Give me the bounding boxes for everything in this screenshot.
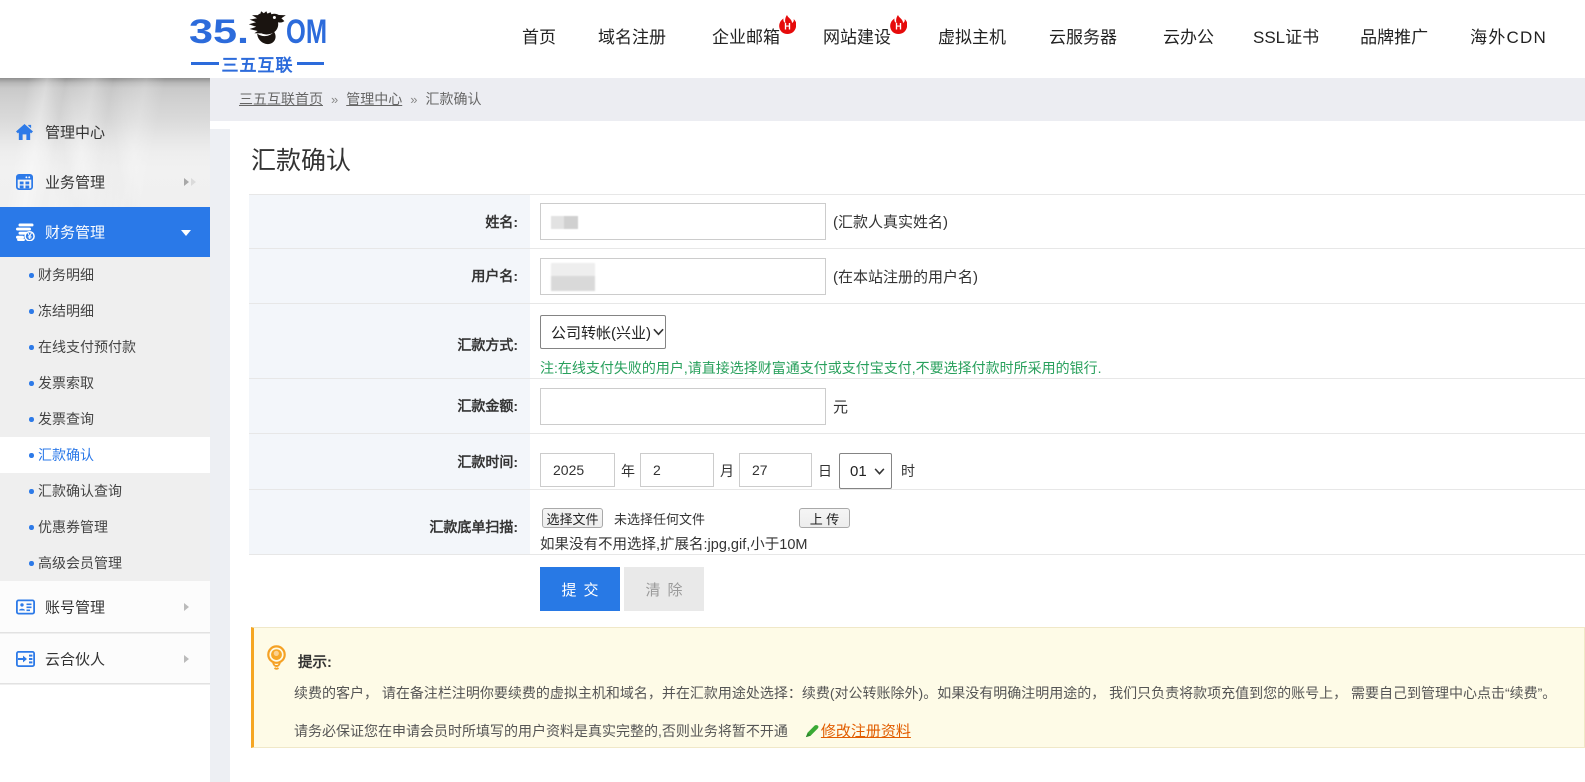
svg-text:H: H [895, 22, 902, 32]
svg-text:¥: ¥ [27, 232, 32, 241]
svg-text:H: H [784, 22, 791, 32]
